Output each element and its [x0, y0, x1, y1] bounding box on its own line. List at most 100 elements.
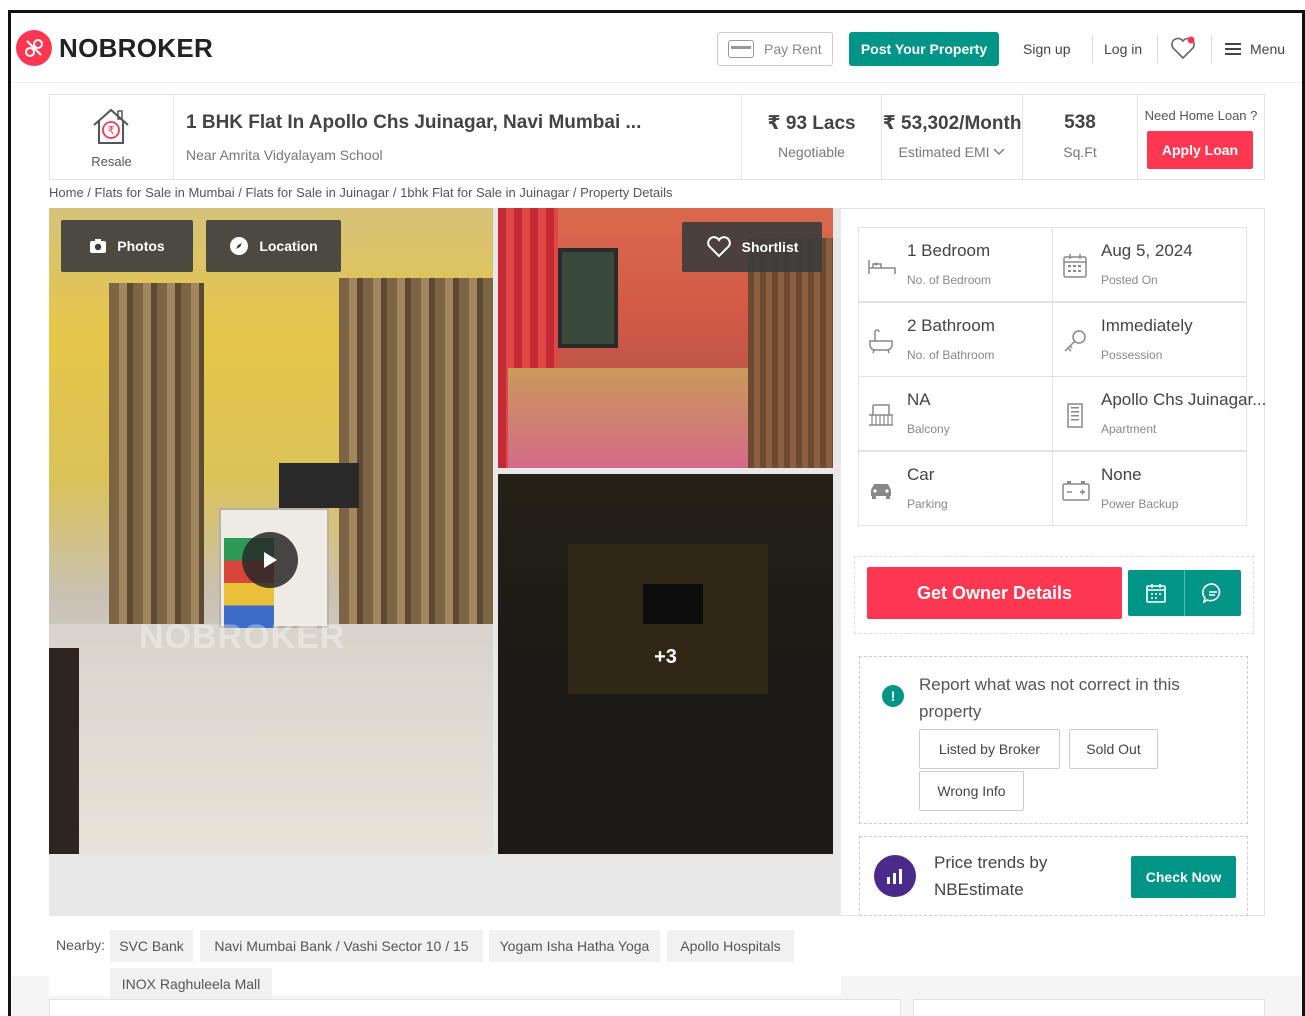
shortlist-label: Shortlist	[741, 239, 799, 255]
bathtub-icon	[867, 327, 895, 355]
photo-gallery: NOBROKER Photos Location Shortlist +3	[49, 208, 841, 916]
detail-power-backup: None Power Backup	[1052, 450, 1247, 526]
wrong-info-button[interactable]: Wrong Info	[919, 771, 1024, 811]
detail-label: Possession	[1101, 347, 1163, 362]
log-in-link[interactable]: Log in	[1104, 41, 1142, 57]
apply-loan-button[interactable]: Apply Loan	[1147, 131, 1253, 169]
camera-icon	[89, 238, 107, 254]
bed-icon	[867, 252, 896, 280]
nearby-chip[interactable]: SVC Bank	[110, 930, 193, 962]
header-divider	[1092, 35, 1093, 63]
detail-parking: Car Parking	[858, 450, 1053, 526]
sign-up-link[interactable]: Sign up	[1023, 41, 1070, 57]
main-photo[interactable]: NOBROKER	[49, 208, 493, 854]
content-card	[913, 999, 1265, 1016]
area-unit: Sq.Ft	[1063, 144, 1097, 160]
nearby-chip[interactable]: Navi Mumbai Bank / Vashi Sector 10 / 15	[200, 930, 483, 962]
window	[558, 248, 618, 348]
price-trends-box: Price trends by NBEstimate Check Now	[859, 836, 1248, 916]
alert-icon: !	[882, 685, 904, 707]
car-icon	[867, 476, 895, 504]
more-photos-count[interactable]: +3	[498, 646, 833, 669]
battery-icon	[1061, 476, 1090, 504]
play-video-button[interactable]	[242, 532, 298, 588]
price-cell: ₹ 93 Lacs Negotiable	[742, 95, 882, 179]
detail-value: Immediately	[1101, 315, 1193, 335]
owner-actions: Get Owner Details	[854, 556, 1254, 634]
logo-text: NOBROKER	[59, 32, 214, 63]
home-loan-question: Need Home Loan ?	[1144, 108, 1258, 123]
emi-value: ₹ 53,302/Month	[882, 113, 1022, 134]
location-label: Location	[259, 238, 318, 254]
photos-button[interactable]: Photos	[61, 220, 193, 272]
content-card	[49, 999, 901, 1016]
price-note: Negotiable	[778, 144, 845, 160]
nobroker-logo[interactable]: NOBROKER	[16, 30, 213, 66]
detail-no-of-bathroom: 2 Bathroom No. of Bathroom	[858, 301, 1053, 377]
living-room-photo[interactable]: +3	[498, 474, 833, 854]
detail-possession: Immediately Possession	[1052, 301, 1247, 377]
area-value: 538	[1064, 112, 1096, 133]
menu-button[interactable]: Menu	[1225, 41, 1285, 57]
chat-button[interactable]	[1185, 570, 1241, 616]
bed	[508, 368, 758, 468]
price-trends-line2: NBEstimate	[934, 880, 1024, 899]
detail-value: None	[1101, 464, 1142, 484]
location-button[interactable]: Location	[206, 220, 341, 272]
property-subtitle: Near Amrita Vidyalayam School	[186, 147, 383, 163]
nearby-chip[interactable]: Yogam Isha Hatha Yoga	[489, 930, 660, 962]
calendar-icon	[1061, 252, 1089, 280]
owner-icon-buttons	[1128, 570, 1241, 616]
detail-value: 1 Bedroom	[907, 241, 991, 260]
breadcrumb[interactable]: Home / Flats for Sale in Mumbai / Flats …	[49, 185, 673, 200]
detail-label: Power Backup	[1101, 496, 1179, 511]
page-frame: NOBROKER Pay Rent Post Your Property Sig…	[8, 10, 1305, 1016]
get-owner-details-button[interactable]: Get Owner Details	[867, 567, 1122, 619]
emi-note[interactable]: Estimated EMI	[882, 144, 1022, 160]
nearby-chip[interactable]: Apollo Hospitals	[667, 930, 794, 962]
detail-apartment: Apollo Chs Juinagar... Apartment	[1052, 376, 1266, 451]
detail-value: Apollo Chs Juinagar...	[1101, 390, 1267, 409]
curtain-right	[339, 278, 493, 658]
detail-label: No. of Bathroom	[907, 347, 995, 362]
property-title-bar: ₹ Resale 1 BHK Flat In Apollo Chs Juinag…	[49, 94, 1265, 180]
wardrobe	[748, 238, 833, 468]
calendar-icon	[1146, 584, 1166, 603]
price-value: ₹ 93 Lacs	[767, 113, 856, 134]
sold-out-button[interactable]: Sold Out	[1069, 729, 1158, 769]
chat-icon	[1202, 583, 1221, 604]
shortlist-heart-icon[interactable]	[1169, 34, 1197, 62]
detail-value: Aug 5, 2024	[1101, 241, 1193, 260]
detail-no-of-bedroom: 1 Bedroom No. of Bedroom	[858, 227, 1053, 302]
property-title: 1 BHK Flat In Apollo Chs Juinagar, Navi …	[186, 112, 642, 133]
post-property-button[interactable]: Post Your Property	[849, 32, 999, 66]
heart-icon	[706, 235, 732, 259]
menu-label: Menu	[1250, 41, 1286, 57]
detail-label: Parking	[907, 496, 948, 511]
shortlist-button[interactable]: Shortlist	[682, 222, 822, 272]
card-icon	[728, 40, 754, 58]
header-divider	[1157, 35, 1158, 63]
home-loan-cell: Need Home Loan ? Apply Loan	[1138, 95, 1264, 179]
svg-text:₹: ₹	[108, 124, 115, 137]
balcony-icon	[867, 401, 895, 429]
pay-rent-button[interactable]: Pay Rent	[717, 32, 833, 66]
sofa-edge	[49, 648, 79, 854]
top-header: NOBROKER Pay Rent Post Your Property Sig…	[11, 13, 1302, 83]
emi-cell[interactable]: ₹ 53,302/Month Estimated EMI	[882, 95, 1023, 179]
key-icon	[1061, 327, 1089, 355]
nbestimate-chart-icon	[874, 855, 916, 897]
nearby-chip[interactable]: INOX Raghuleela Mall	[110, 968, 272, 1000]
detail-label: No. of Bedroom	[907, 273, 992, 287]
listed-by-broker-button[interactable]: Listed by Broker	[919, 729, 1060, 769]
speaker	[279, 463, 359, 508]
check-now-button[interactable]: Check Now	[1131, 856, 1236, 898]
detail-posted-on: Aug 5, 2024 Posted On	[1052, 227, 1247, 302]
detail-value: NA	[907, 390, 931, 409]
detail-value: Car	[907, 464, 935, 484]
nearby-section: Nearby: SVC Bank Navi Mumbai Bank / Vash…	[49, 916, 841, 1000]
schedule-visit-button[interactable]	[1128, 570, 1184, 616]
photos-label: Photos	[117, 238, 165, 254]
house-rupee-icon: ₹	[93, 108, 129, 144]
price-trends-text: Price trends by NBEstimate	[934, 849, 1047, 903]
